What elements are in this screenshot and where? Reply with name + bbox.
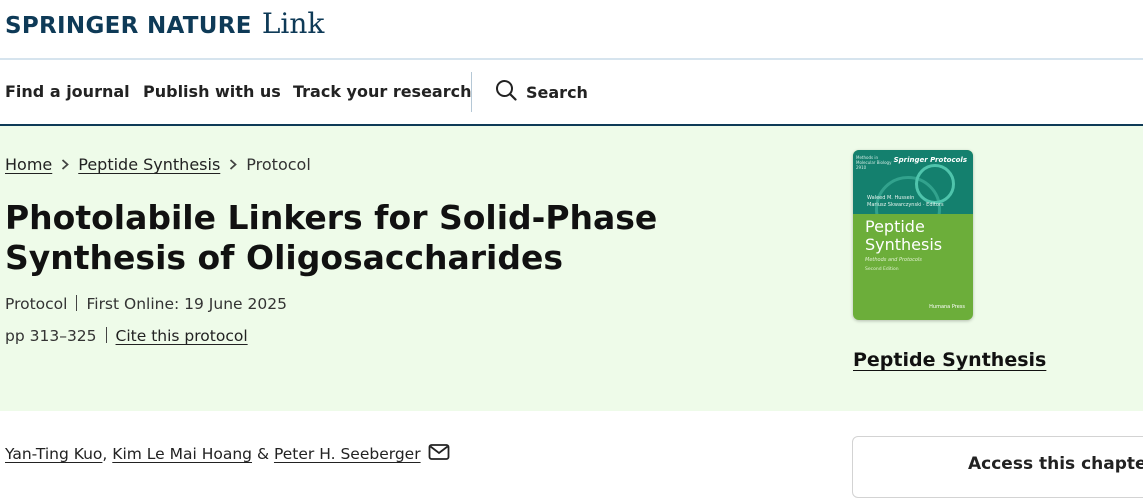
- article-hero: Home Peptide Synthesis Protocol Photolab…: [0, 126, 1143, 411]
- article-title: Photolabile Linkers for Solid-Phase Synt…: [5, 198, 658, 277]
- nav-track-research[interactable]: Track your research: [293, 82, 472, 101]
- author-link[interactable]: Peter H. Seeberger: [274, 445, 421, 463]
- search-button[interactable]: Search: [495, 79, 588, 105]
- book-cover-image[interactable]: Methods in Molecular Biology 2910 Spring…: [853, 150, 973, 320]
- cite-this-protocol-link[interactable]: Cite this protocol: [116, 327, 248, 345]
- cover-subtitle: Methods and Protocols: [865, 257, 922, 263]
- meta-separator: [105, 327, 107, 343]
- access-chapter-box: Access this chapter: [852, 436, 1143, 498]
- logo-brand-text: SPRINGER NATURE: [5, 13, 252, 39]
- springer-nature-link-logo[interactable]: SPRINGER NATURE Link: [5, 7, 324, 40]
- author-separator: ,: [102, 445, 113, 463]
- top-header: SPRINGER NATURE Link: [0, 0, 1143, 60]
- nav-find-journal[interactable]: Find a journal: [5, 82, 130, 101]
- cover-editors: Waleed M. Hussein Mariusz Skwarczynski ·…: [867, 195, 944, 208]
- search-icon: [495, 79, 517, 105]
- chevron-right-icon: [61, 156, 70, 174]
- meta-separator: [76, 295, 78, 311]
- nav-publish-with-us[interactable]: Publish with us: [143, 82, 281, 101]
- cover-top-band: Methods in Molecular Biology 2910 Spring…: [853, 150, 973, 214]
- article-type: Protocol: [5, 295, 68, 313]
- cover-edition: Second Edition: [865, 267, 899, 272]
- author-separator: &: [252, 445, 274, 463]
- breadcrumb: Home Peptide Synthesis Protocol: [5, 155, 311, 174]
- breadcrumb-current: Protocol: [246, 155, 311, 174]
- author-link[interactable]: Yan-Ting Kuo: [5, 445, 102, 463]
- cover-brand: Springer Protocols: [893, 156, 967, 164]
- search-label: Search: [526, 82, 588, 102]
- access-chapter-title: Access this chapter: [968, 454, 1143, 474]
- article-meta-line-2: pp 313–325 Cite this protocol: [5, 327, 248, 345]
- cover-title: Peptide Synthesis: [865, 217, 943, 254]
- author-list: Yan-Ting Kuo, Kim Le Mai Hoang & Peter H…: [5, 443, 450, 465]
- page-range: pp 313–325: [5, 327, 97, 345]
- author-link[interactable]: Kim Le Mai Hoang: [112, 445, 252, 463]
- cover-series: Methods in Molecular Biology 2910: [856, 155, 892, 170]
- breadcrumb-book[interactable]: Peptide Synthesis: [78, 155, 220, 174]
- nav-divider: [471, 72, 472, 112]
- cover-publisher: Humana Press: [929, 304, 965, 310]
- first-online-date: First Online: 19 June 2025: [86, 295, 287, 313]
- main-navigation: Find a journal Publish with us Track you…: [0, 60, 1143, 126]
- article-meta-line-1: Protocol First Online: 19 June 2025: [5, 295, 287, 313]
- email-icon[interactable]: [428, 443, 450, 465]
- breadcrumb-home[interactable]: Home: [5, 155, 52, 174]
- chevron-right-icon: [229, 156, 238, 174]
- logo-link-text: Link: [261, 7, 325, 40]
- book-title-link[interactable]: Peptide Synthesis: [853, 349, 1046, 371]
